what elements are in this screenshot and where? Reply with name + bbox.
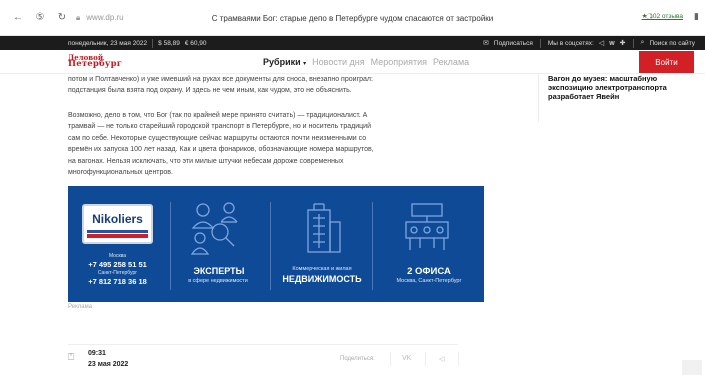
offices-subtitle: Москва, Санкт-Петербург	[396, 278, 462, 284]
yandex-icon[interactable]: ⑤	[32, 10, 48, 26]
main-menu: Рубрики ▾ Новости дня Мероприятия Реклам…	[263, 57, 469, 67]
share-label: Поделиться:	[340, 356, 375, 362]
site-topbar: понедельник, 23 мая 2022 $ 58,89 € 60,90…	[0, 36, 705, 50]
logo-stripe-blue	[87, 230, 148, 233]
text-line: подстанция была взята под охрану. И здес…	[68, 87, 352, 95]
menu-item-ads[interactable]: Реклама	[433, 57, 469, 67]
browser-toolbar: ← ⑤ ↻ 🔒︎ www.dp.ru С трамваями Бог: стар…	[0, 0, 705, 36]
realty-title: НЕДВИЖИМОСТЬ	[282, 274, 362, 284]
city-moscow: Москва	[108, 253, 127, 259]
divider	[68, 344, 458, 345]
search-link[interactable]: Поиск по сайту	[649, 40, 695, 47]
offices-title: 2 ОФИСА	[407, 266, 451, 277]
plus-icon[interactable]: ✚	[620, 39, 626, 47]
lock-icon: 🔒︎	[76, 12, 81, 22]
text-line: многофункциональных центров.	[68, 169, 173, 177]
menu-item-events[interactable]: Мероприятия	[371, 57, 427, 67]
telegram-icon[interactable]: ◁	[599, 39, 604, 47]
divider	[539, 38, 541, 48]
realty-subtitle: Коммерческая и жилая	[292, 266, 352, 272]
nikoliers-logo: Nikoliers	[82, 204, 153, 244]
text-line: разработает Явейн	[548, 92, 620, 101]
subscribe-link[interactable]: Подписаться	[494, 40, 533, 47]
text-line: Возможно, дело в том, что Бог (так по кр…	[68, 112, 368, 119]
search-icon[interactable]: ⌕	[641, 39, 645, 47]
divider	[390, 352, 391, 366]
sidebar-news-link[interactable]: Вагон до музея: масштабную экспозицию эл…	[548, 74, 698, 101]
text-line: на вагонах. Нельзя исключать, что эти ми…	[68, 157, 344, 165]
text-line: Вагон до музея: масштабную	[548, 74, 658, 83]
social-label: Мы в соцсетях:	[547, 39, 594, 47]
experts-icon	[190, 202, 238, 255]
building-icon	[307, 203, 341, 253]
office-icon	[405, 203, 449, 250]
login-button[interactable]: Войти	[639, 51, 694, 73]
text-line: трамвай — не только старейший городской …	[68, 123, 371, 131]
address-bar[interactable]: www.dp.ru	[86, 13, 123, 22]
text-line: сам по себе. Некоторые существующие сейч…	[68, 134, 367, 142]
brand-name: Nikoliers	[92, 212, 143, 226]
mail-icon: ✉	[483, 40, 489, 47]
divider	[458, 352, 459, 366]
publish-date: 23 мая 2022	[88, 361, 129, 368]
publish-time: 09:31	[88, 350, 106, 357]
text-line: экспозицию электротранспорта	[548, 83, 667, 92]
site-logo[interactable]: Деловой Петербург	[68, 54, 122, 68]
current-date: понедельник, 23 мая 2022	[68, 39, 148, 47]
article-paragraph: потом и Полтавченко) и уже имевший на ру…	[68, 74, 458, 97]
divider	[425, 352, 426, 366]
scroll-to-top-button[interactable]	[682, 360, 702, 375]
article-paragraph: Возможно, дело в том, что Бог (так по кр…	[68, 110, 458, 178]
divider	[170, 202, 171, 290]
phone-moscow: +7 495 258 51 51	[88, 260, 147, 269]
back-arrow-icon[interactable]: ←	[10, 10, 26, 26]
phone-spb: +7 812 718 36 18	[88, 277, 147, 286]
experts-subtitle: в сфере недвижимости	[188, 278, 248, 284]
reviews-link[interactable]: ★ 102 отзыва	[642, 12, 683, 20]
usd-rate: $ 58,89	[158, 39, 180, 47]
vk-icon[interactable]: ᴡ	[609, 40, 614, 47]
chevron-down-icon: ▾	[303, 61, 307, 67]
ad-banner[interactable]: Nikoliers Москва +7 495 258 51 51 Санкт-…	[68, 186, 484, 302]
divider	[632, 38, 634, 48]
divider	[152, 38, 154, 48]
bookmark-icon[interactable]: ▮	[694, 11, 699, 22]
city-spb: Санкт-Петербург	[97, 270, 138, 276]
sidebar-divider	[538, 74, 539, 122]
site-header: Деловой Петербург Рубрики ▾ Новости дня …	[0, 50, 705, 74]
divider	[270, 202, 271, 290]
text-line: потом и Полтавченко) и уже имевший на ру…	[68, 76, 373, 83]
divider	[372, 202, 373, 290]
text-line: времён их запуска 100 лет назад. Как и ц…	[68, 146, 374, 154]
menu-item-rubriki[interactable]: Рубрики ▾	[263, 57, 306, 67]
share-vk-button[interactable]: VK	[402, 355, 411, 362]
logo-stripe-red	[87, 234, 148, 238]
eur-rate: € 60,90	[184, 39, 207, 47]
bookmark-icon[interactable]: ⍞	[68, 352, 74, 363]
menu-item-news[interactable]: Новости дня	[312, 57, 364, 67]
logo-line-2: Петербург	[68, 59, 123, 69]
experts-title: ЭКСПЕРТЫ	[193, 266, 245, 276]
share-telegram-button[interactable]: ◁	[439, 355, 444, 363]
ad-label: Реклама	[68, 304, 93, 310]
reload-icon[interactable]: ↻	[54, 10, 70, 26]
